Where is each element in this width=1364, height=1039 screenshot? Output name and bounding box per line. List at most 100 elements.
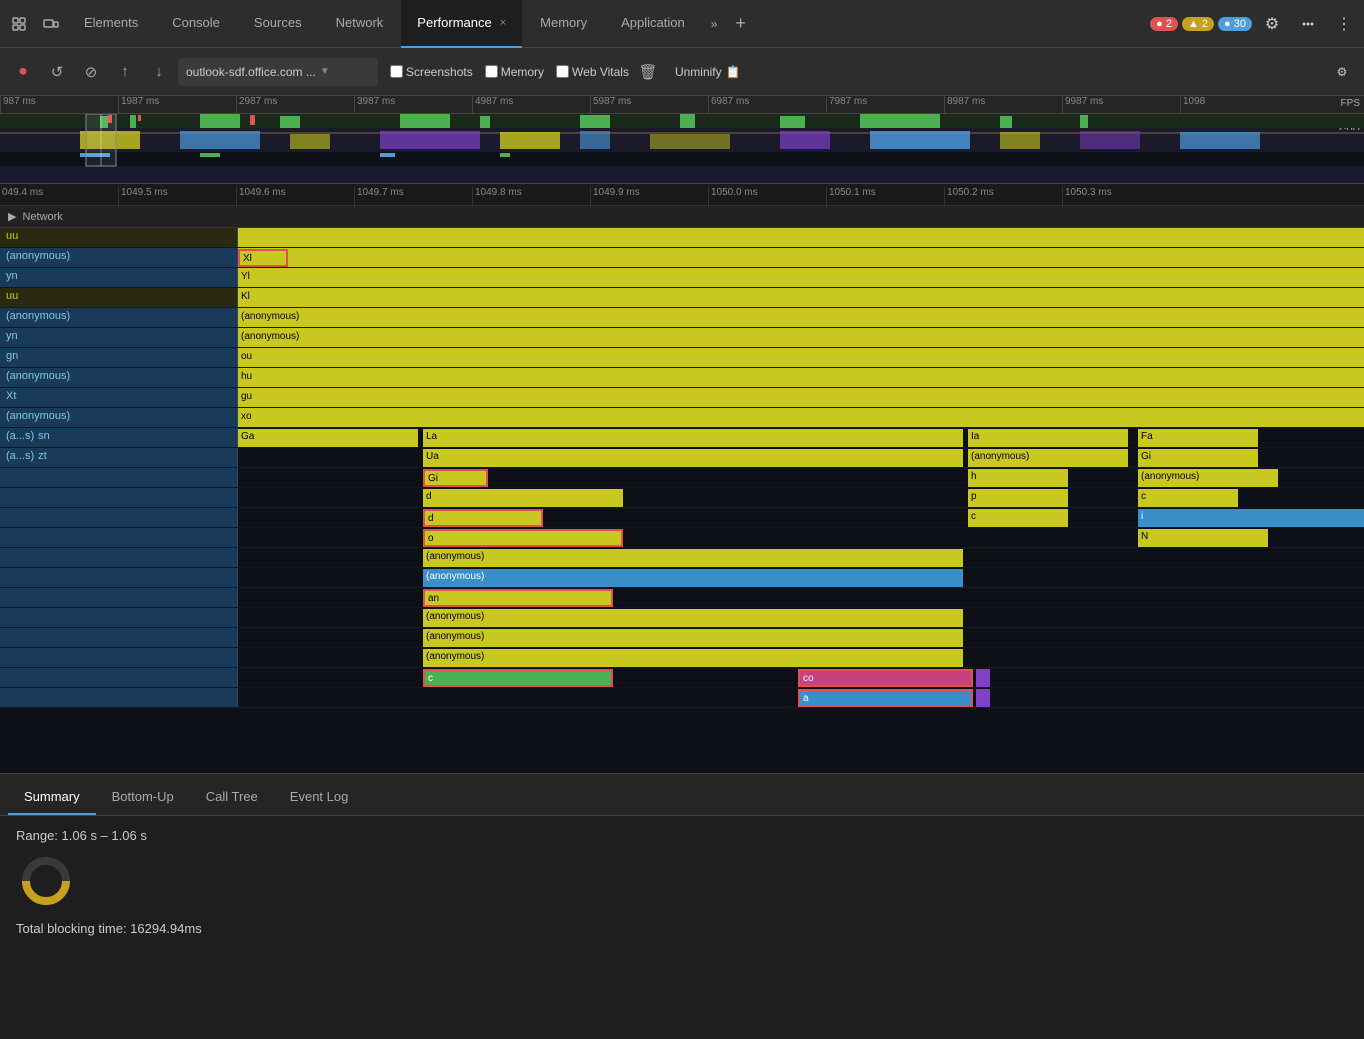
web-vitals-label[interactable]: Web Vitals	[556, 65, 629, 79]
tab-more-button[interactable]: »	[703, 0, 726, 48]
flame-left-Xt[interactable]: Xt	[0, 388, 238, 407]
reload-button[interactable]: ↺	[42, 57, 72, 87]
flame-block-o[interactable]: o	[423, 529, 623, 547]
flame-block-gu[interactable]: gu	[238, 389, 1288, 407]
btab-bottom-up[interactable]: Bottom-Up	[96, 779, 190, 815]
btab-event-log[interactable]: Event Log	[274, 779, 365, 815]
ruler-tick-8: 8987 ms	[944, 96, 985, 113]
flame-block-p[interactable]: p	[968, 489, 1068, 507]
flame-left-empty-6	[0, 568, 238, 587]
flame-left-yn-1[interactable]: yn	[0, 268, 238, 287]
tab-memory[interactable]: Memory	[524, 0, 603, 48]
flame-block-c-right[interactable]: c	[1138, 489, 1238, 507]
flame-block-d-2[interactable]: d	[423, 509, 543, 527]
flame-left-uu-2[interactable]: uu	[0, 288, 238, 307]
flame-block-a[interactable]: a	[798, 689, 973, 707]
tab-elements[interactable]: Elements	[68, 0, 154, 48]
flame-block-h[interactable]: h	[968, 469, 1068, 487]
flame-block-N[interactable]: N	[1138, 529, 1268, 547]
flame-left-anonymous-4[interactable]: (anonymous)	[0, 408, 238, 427]
flame-block-c-2[interactable]: c	[968, 509, 1068, 527]
screenshots-label[interactable]: Screenshots	[390, 65, 473, 79]
screenshots-checkbox[interactable]	[390, 65, 403, 78]
tab-performance[interactable]: Performance ×	[401, 0, 522, 48]
flame-left-yn-2[interactable]: yn	[0, 328, 238, 347]
record-button[interactable]: ⏺	[8, 57, 38, 87]
unminify-button[interactable]: Unminify 📋	[667, 61, 749, 83]
flame-block-Yl[interactable]: Yl	[238, 269, 1138, 287]
tab-network[interactable]: Network	[320, 0, 400, 48]
inspect-icon[interactable]	[4, 9, 34, 39]
btab-call-tree[interactable]: Call Tree	[190, 779, 274, 815]
flame-left-empty-4	[0, 528, 238, 547]
flame-block-Ia[interactable]: Ia	[968, 429, 1128, 447]
tab-performance-close[interactable]: ×	[500, 17, 506, 29]
flame-left-anonymous-2[interactable]: (anonymous)	[0, 308, 238, 327]
flame-block-Gi-left[interactable]: Gi	[423, 469, 488, 487]
flame-block-Ua[interactable]: Ua	[423, 449, 963, 467]
flame-block-Xl[interactable]: Xl	[238, 249, 288, 267]
flame-block-Ga[interactable]: Ga	[238, 429, 418, 447]
flame-block-anonymous-6[interactable]: (anonymous)	[423, 569, 963, 587]
flame-block-anonymous-gi[interactable]: (anonymous)	[1138, 469, 1278, 487]
bottom-tabs: Summary Bottom-Up Call Tree Event Log	[0, 774, 1364, 816]
memory-checkbox[interactable]	[485, 65, 498, 78]
flame-block-anonymous-zt[interactable]: (anonymous)	[968, 449, 1128, 467]
summary-donut-chart	[16, 851, 76, 911]
flame-block-d-1[interactable]: d	[423, 489, 623, 507]
tab-console[interactable]: Console	[156, 0, 236, 48]
flame-ruler-tick-6: 1050.0 ms	[708, 187, 758, 208]
flame-block-Gi-right[interactable]: Gi	[1138, 449, 1258, 467]
flame-row-anonymous-1: (anonymous) Xl	[0, 248, 1364, 268]
summary-chart	[16, 851, 1348, 911]
flame-block-hu[interactable]: hu	[238, 369, 1288, 387]
flame-block-anonymous-9[interactable]: (anonymous)	[423, 649, 963, 667]
flame-block-co[interactable]: co	[798, 669, 973, 687]
performance-settings-icon[interactable]: ⚙	[1328, 58, 1356, 86]
flame-left-uu[interactable]: uu	[0, 228, 238, 247]
flame-ruler: 049.4 ms 1049.5 ms 1049.6 ms 1049.7 ms 1…	[0, 184, 1364, 206]
flame-block-La[interactable]: La	[423, 429, 963, 447]
warning-badge: ▲ 2	[1182, 17, 1214, 31]
flame-block-Fa[interactable]: Fa	[1138, 429, 1258, 447]
tab-sources[interactable]: Sources	[238, 0, 318, 48]
download-button[interactable]: ↓	[144, 57, 174, 87]
memory-label[interactable]: Memory	[485, 65, 544, 79]
clear-button[interactable]: ⊘	[76, 57, 106, 87]
flame-left-sn[interactable]: (a...s) sn	[0, 428, 238, 447]
flame-block-purple-1[interactable]	[976, 669, 990, 687]
tab-add-button[interactable]: +	[727, 0, 754, 48]
flame-row-yn-1: yn Yl	[0, 268, 1364, 288]
flame-left-gn[interactable]: gn	[0, 348, 238, 367]
btab-summary[interactable]: Summary	[8, 779, 96, 815]
flame-left-empty-7	[0, 588, 238, 607]
flame-block-ou[interactable]: ou	[238, 349, 1288, 367]
trash-icon[interactable]: 🗑	[633, 57, 663, 87]
web-vitals-checkbox[interactable]	[556, 65, 569, 78]
tab-application[interactable]: Application	[605, 0, 701, 48]
flame-block-anonymous-8[interactable]: (anonymous)	[423, 629, 963, 647]
flame-block-Kl[interactable]: Kl	[238, 289, 1138, 307]
flame-block-anonymous-b[interactable]: (anonymous)	[238, 329, 1288, 347]
chevron-down-icon[interactable]: ▼	[320, 66, 330, 77]
devices-icon[interactable]	[36, 9, 66, 39]
tab-console-label: Console	[172, 15, 220, 30]
flame-block-i[interactable]: i	[1138, 509, 1364, 527]
flame-block-an[interactable]: an	[423, 589, 613, 607]
flame-block-anonymous-a[interactable]: (anonymous)	[238, 309, 1288, 327]
summary-range: Range: 1.06 s – 1.06 s	[16, 828, 1348, 843]
settings-icon[interactable]: ⚙	[1256, 8, 1288, 40]
more-icon[interactable]: ⋮	[1328, 8, 1360, 40]
flame-block-purple-2[interactable]	[976, 689, 990, 707]
flame-block-xo[interactable]: xo	[238, 409, 1288, 427]
triangle-icon[interactable]: ▶	[8, 210, 16, 223]
flame-block-c-green[interactable]: c	[423, 669, 613, 687]
flame-block-anonymous-5[interactable]: (anonymous)	[423, 549, 963, 567]
upload-button[interactable]: ↑	[110, 57, 140, 87]
flame-left-zt[interactable]: (a...s) zt	[0, 448, 238, 467]
customize-icon[interactable]	[1292, 8, 1324, 40]
flame-block-anonymous-7[interactable]: (anonymous)	[423, 609, 963, 627]
flame-left-anonymous-1[interactable]: (anonymous)	[0, 248, 238, 267]
flame-left-anonymous-3[interactable]: (anonymous)	[0, 368, 238, 387]
flame-zt-label: zt	[38, 450, 47, 465]
